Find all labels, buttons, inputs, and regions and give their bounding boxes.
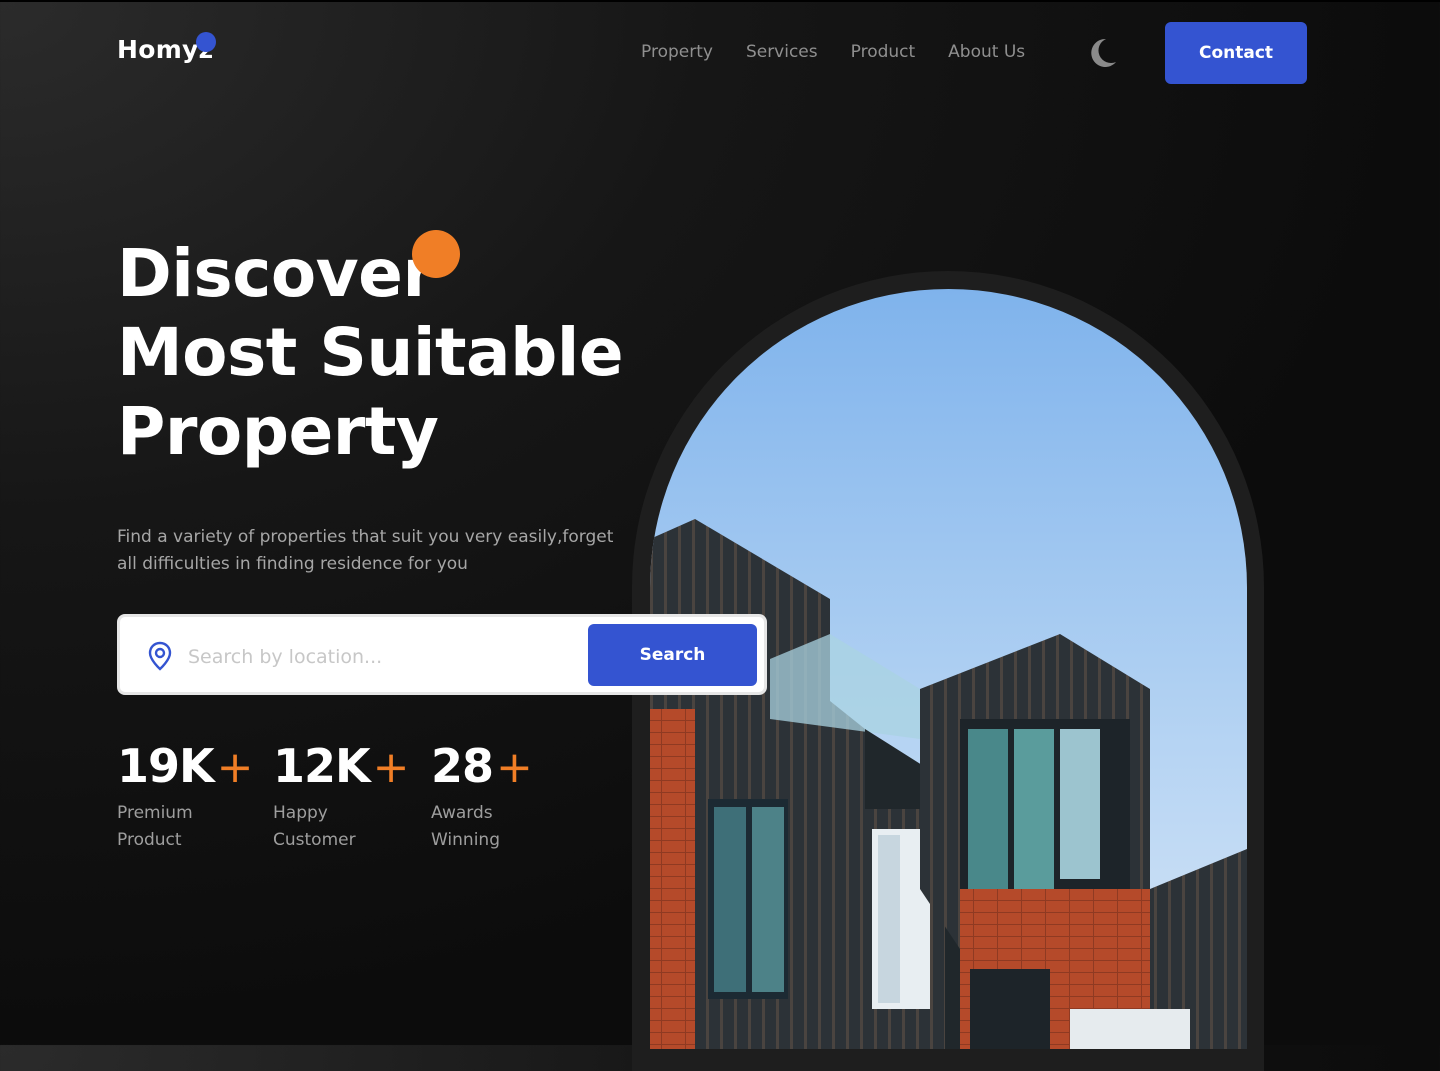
- hero-title-line: Most Suitable: [117, 314, 624, 391]
- logo-dot: [196, 32, 216, 52]
- stat-label: Happy Customer: [273, 803, 356, 850]
- stat-premium-product: 19K+ Premium Product: [117, 739, 254, 854]
- stat-happy-customer: 12K+ Happy Customer: [273, 739, 410, 854]
- nav-item-product[interactable]: Product: [851, 42, 916, 62]
- stat-label: Awards Winning: [431, 803, 500, 850]
- nav-item-property[interactable]: Property: [641, 42, 713, 62]
- stat-plus-sign: +: [216, 742, 254, 793]
- search-button[interactable]: Search: [588, 624, 757, 686]
- hero-title-line: Property: [117, 393, 439, 470]
- contact-button[interactable]: Contact: [1165, 22, 1307, 84]
- search-input[interactable]: [186, 635, 580, 679]
- stat-value: 19K+: [117, 739, 254, 793]
- stat-plus-sign: +: [372, 742, 410, 793]
- search-bar: Search: [117, 614, 767, 695]
- landing-page: Homyz Property Services Product About Us…: [0, 0, 1440, 1071]
- stat-awards-winning: 28+ Awards Winning: [431, 739, 561, 854]
- hero-title-line: Discover: [117, 235, 435, 312]
- moon-icon[interactable]: [1089, 38, 1117, 68]
- stat-number: 19K: [117, 739, 215, 793]
- hero-description: Find a variety of properties that suit y…: [117, 527, 614, 574]
- nav-item-services[interactable]: Services: [746, 42, 818, 62]
- stat-value: 28+: [431, 739, 561, 793]
- location-pin-icon: [146, 641, 174, 671]
- nav-item-about-us[interactable]: About Us: [948, 42, 1025, 62]
- stat-number: 12K: [273, 739, 371, 793]
- stat-label: Premium Product: [117, 803, 193, 850]
- hero-title: Discover Most Suitable Property: [117, 234, 624, 471]
- decorative-orange-dot: [412, 230, 460, 278]
- stat-value: 12K+: [273, 739, 410, 793]
- stat-plus-sign: +: [496, 742, 533, 793]
- main-nav: Property Services Product About Us: [641, 42, 1025, 62]
- stat-number: 28: [431, 739, 494, 793]
